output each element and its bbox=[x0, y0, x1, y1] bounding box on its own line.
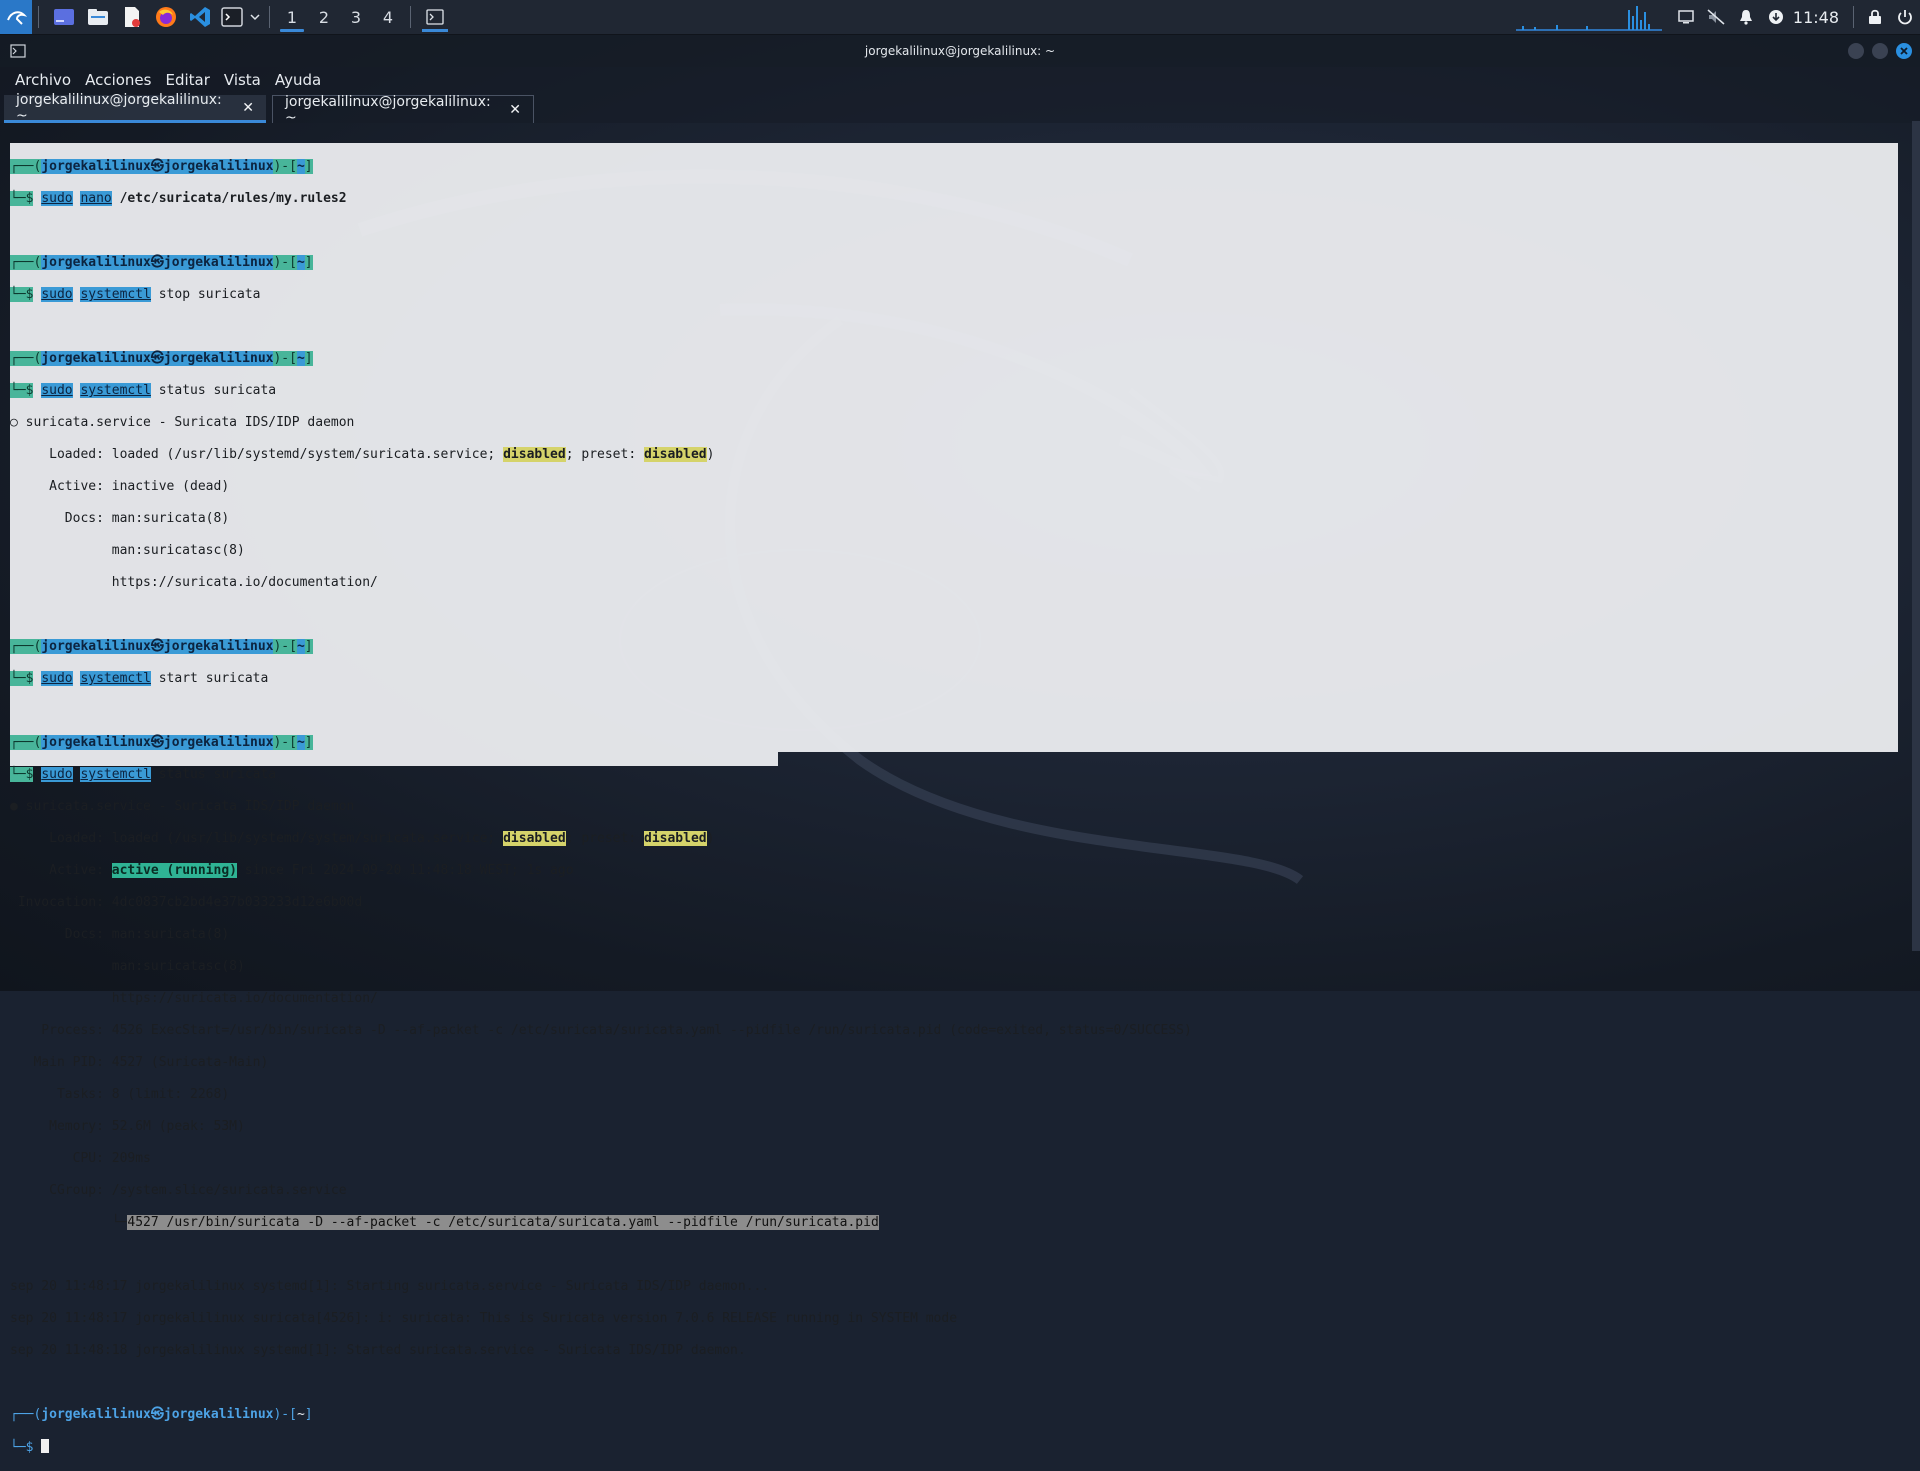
bell-icon[interactable] bbox=[1731, 0, 1761, 34]
status-active: Active: active (running) since Fri 2024-… bbox=[10, 863, 574, 878]
minimize-button[interactable] bbox=[1848, 43, 1864, 59]
status-memory: Memory: 52.6M (peak: 53M) bbox=[10, 1119, 245, 1134]
log-line: sep 20 11:48:17 jorgekalilinux suricata[… bbox=[10, 1311, 958, 1326]
status-header: ○ suricata.service - Suricata IDS/IDP da… bbox=[10, 415, 355, 430]
taskbar: 1 2 3 4 11:48 bbox=[0, 0, 1920, 35]
status-cgroup: CGroup: /system.slice/suricata.service bbox=[10, 1183, 347, 1198]
system-tray: 11:48 bbox=[1671, 0, 1920, 34]
log-line: sep 20 11:48:18 jorgekalilinux systemd[1… bbox=[10, 1343, 746, 1358]
status-docs: Docs: man:suricata(8) bbox=[10, 927, 230, 942]
dropdown-chevron-icon[interactable] bbox=[247, 2, 263, 32]
workspace-4[interactable]: 4 bbox=[372, 0, 404, 34]
tab-terminal-2[interactable]: jorgekalilinux@jorgekalilinux: ~ ✕ bbox=[272, 93, 534, 126]
taskbar-terminal-window-button[interactable] bbox=[417, 0, 453, 34]
status-docs: https://suricata.io/documentation/ bbox=[10, 991, 378, 1006]
command-line: └─$ sudo nano /etc/suricata/rules/my.rul… bbox=[10, 191, 347, 206]
taskbar-separator bbox=[269, 6, 270, 28]
status-loaded: Loaded: loaded (/usr/lib/systemd/system/… bbox=[10, 831, 715, 846]
muted-speaker-icon[interactable] bbox=[1701, 0, 1731, 34]
network-icon[interactable] bbox=[1761, 0, 1791, 34]
menu-ayuda[interactable]: Ayuda bbox=[268, 71, 328, 89]
terminal-icon[interactable] bbox=[217, 2, 247, 32]
prompt-line-2: ┌──(jorgekalilinux㉿jorgekalilinux)-[~] bbox=[10, 255, 313, 270]
tab-close-icon[interactable]: ✕ bbox=[242, 100, 254, 116]
command-line: └─$ sudo systemctl status suricata bbox=[10, 767, 277, 782]
file-manager-icon[interactable] bbox=[83, 2, 113, 32]
network-activity-graph bbox=[1516, 6, 1662, 31]
terminal-window-icon bbox=[10, 44, 26, 58]
menu-editar[interactable]: Editar bbox=[158, 71, 216, 89]
text-cursor bbox=[41, 1439, 50, 1453]
taskbar-separator bbox=[410, 6, 411, 28]
window-titlebar[interactable]: jorgekalilinux@jorgekalilinux: ~ bbox=[0, 35, 1920, 67]
kali-menu-icon[interactable] bbox=[0, 0, 32, 34]
status-cpu: CPU: 209ms bbox=[10, 1151, 151, 1166]
terminal-window-icon bbox=[426, 9, 444, 25]
status-docs: Docs: man:suricata(8) bbox=[10, 511, 230, 526]
status-cgroup-tree: └─4527 /usr/bin/suricata -D --af-packet … bbox=[10, 1215, 879, 1230]
lock-icon[interactable] bbox=[1860, 0, 1890, 34]
workspace-3[interactable]: 3 bbox=[340, 0, 372, 34]
tab-label: jorgekalilinux@jorgekalilinux: ~ bbox=[285, 93, 491, 126]
prompt-line-5: ┌──(jorgekalilinux㉿jorgekalilinux)-[~] bbox=[10, 735, 313, 750]
taskbar-separator bbox=[1853, 6, 1854, 28]
power-icon[interactable] bbox=[1890, 0, 1920, 34]
prompt-line-1: ┌──(jorgekalilinux㉿jorgekalilinux)-[~] bbox=[10, 159, 313, 174]
command-line: └─$ sudo systemctl stop suricata bbox=[10, 287, 261, 302]
terminal-scrollbar[interactable] bbox=[1912, 121, 1920, 951]
status-docs: man:suricatasc(8) bbox=[10, 543, 245, 558]
log-line: sep 20 11:48:17 jorgekalilinux systemd[1… bbox=[10, 1279, 770, 1294]
command-line-current: └─$ bbox=[10, 1439, 1192, 1455]
status-mainpid: Main PID: 4527 (Suricata-Main) bbox=[10, 1055, 269, 1070]
workspace-2[interactable]: 2 bbox=[308, 0, 340, 34]
close-button[interactable] bbox=[1896, 43, 1912, 59]
tab-label: jorgekalilinux@jorgekalilinux: ~ bbox=[16, 91, 222, 124]
prompt-line-3: ┌──(jorgekalilinux㉿jorgekalilinux)-[~] bbox=[10, 351, 313, 366]
status-docs: https://suricata.io/documentation/ bbox=[10, 575, 378, 590]
prompt-line-4: ┌──(jorgekalilinux㉿jorgekalilinux)-[~] bbox=[10, 639, 313, 654]
status-loaded: Loaded: loaded (/usr/lib/systemd/system/… bbox=[10, 447, 715, 462]
status-tasks: Tasks: 8 (limit: 2268) bbox=[10, 1087, 230, 1102]
close-icon bbox=[1900, 47, 1908, 55]
show-desktop-icon[interactable] bbox=[49, 2, 79, 32]
tab-terminal-1[interactable]: jorgekalilinux@jorgekalilinux: ~ ✕ bbox=[4, 91, 266, 124]
firefox-icon[interactable] bbox=[151, 2, 181, 32]
window-title: jorgekalilinux@jorgekalilinux: ~ bbox=[864, 44, 1056, 58]
maximize-button[interactable] bbox=[1872, 43, 1888, 59]
tab-bar: jorgekalilinux@jorgekalilinux: ~ ✕ jorge… bbox=[0, 91, 1920, 126]
prompt-line-current: ┌──(jorgekalilinux㉿jorgekalilinux)-[~] bbox=[10, 1407, 313, 1422]
command-line: └─$ sudo systemctl status suricata bbox=[10, 383, 277, 398]
menu-vista[interactable]: Vista bbox=[217, 71, 268, 89]
screen-icon[interactable] bbox=[1671, 0, 1701, 34]
menu-archivo[interactable]: Archivo bbox=[0, 71, 78, 89]
menu-acciones[interactable]: Acciones bbox=[78, 71, 158, 89]
terminal-output[interactable]: ┌──(jorgekalilinux㉿jorgekalilinux)-[~] └… bbox=[10, 143, 1192, 1471]
status-docs: man:suricatasc(8) bbox=[10, 959, 245, 974]
tab-close-icon[interactable]: ✕ bbox=[509, 102, 521, 118]
menu-bar: Archivo Acciones Editar Vista Ayuda bbox=[0, 67, 1920, 93]
status-process: Process: 4526 ExecStart=/usr/bin/suricat… bbox=[10, 1023, 1192, 1038]
vscode-icon[interactable] bbox=[185, 2, 215, 32]
status-invocation: Invocation: 4dc0837cb2bd4e37b033233d12e6… bbox=[10, 895, 363, 910]
workspace-1[interactable]: 1 bbox=[276, 0, 308, 34]
taskbar-separator bbox=[38, 6, 39, 28]
clock[interactable]: 11:48 bbox=[1791, 8, 1847, 27]
status-active: Active: inactive (dead) bbox=[10, 479, 230, 494]
status-header: ● suricata.service - Suricata IDS/IDP da… bbox=[10, 799, 355, 814]
command-line: └─$ sudo systemctl start suricata bbox=[10, 671, 269, 686]
text-editor-icon[interactable] bbox=[117, 2, 147, 32]
